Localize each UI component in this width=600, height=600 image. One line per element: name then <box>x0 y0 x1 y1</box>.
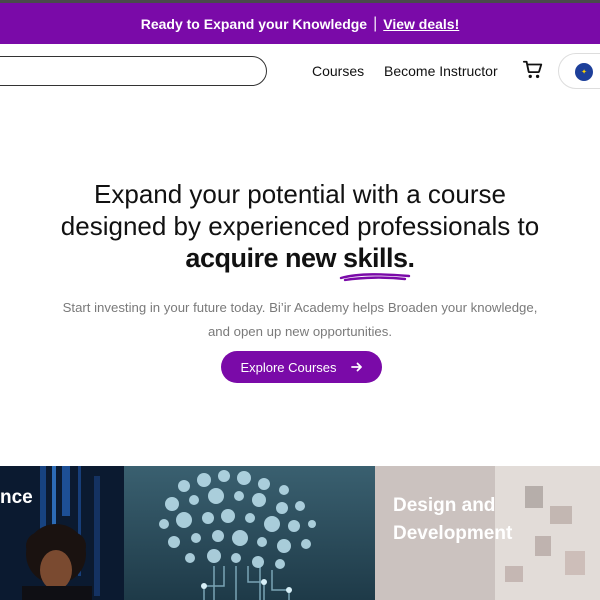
explore-courses-button[interactable]: Explore Courses <box>221 351 382 383</box>
cart-icon[interactable] <box>522 59 544 81</box>
navbar: Courses Become Instructor ✦ <box>0 44 600 100</box>
eu-flag-icon: ✦ <box>575 63 593 81</box>
nav-become-instructor-link[interactable]: Become Instructor <box>384 63 498 79</box>
hero-heading-prefix: acquire new <box>185 243 343 273</box>
hero-subtitle-line2: and open up new opportunities. <box>207 324 393 339</box>
course-card-design-development[interactable]: Design and Development <box>375 466 600 600</box>
hero-heading-suffix: . <box>407 243 416 273</box>
hero-heading-line2: designed by experienced professionals to <box>60 211 540 241</box>
promo-separator: | <box>373 14 378 32</box>
course-card-title: nce <box>0 487 33 508</box>
course-card-title-line1: Design and <box>393 495 496 516</box>
explore-courses-label: Explore Courses <box>240 359 337 375</box>
search-input[interactable] <box>0 56 267 86</box>
nav-courses-link[interactable]: Courses <box>312 63 364 79</box>
card-image <box>124 466 375 600</box>
arrow-right-icon <box>350 362 362 372</box>
hero-highlight: skills <box>339 242 411 282</box>
course-card-data-science[interactable]: nce <box>0 466 124 600</box>
course-cards: nce Design and Development <box>0 466 600 600</box>
course-card-title-line2: Development <box>393 523 513 544</box>
promo-banner: Ready to Expand your Knowledge | View de… <box>0 0 600 44</box>
hero-subtitle-line1: Start investing in your future today. Bi… <box>62 300 538 315</box>
view-deals-link[interactable]: View deals! <box>383 16 459 32</box>
hero-highlight-word: skills <box>342 243 408 273</box>
hero-heading-line1: Expand your potential with a course <box>94 179 506 209</box>
promo-text: Ready to Expand your Knowledge <box>140 15 368 32</box>
hero-subtitle: Start investing in your future today. Bi… <box>0 296 600 344</box>
language-selector[interactable]: ✦ <box>558 53 600 89</box>
course-card-ai[interactable] <box>124 466 375 600</box>
hero-section: Expand your potential with a course desi… <box>0 178 600 344</box>
course-card-title: Design and Development <box>393 492 512 548</box>
hero-heading-line3: acquire new skills. <box>0 242 600 282</box>
scribble-underline-icon <box>339 273 411 282</box>
